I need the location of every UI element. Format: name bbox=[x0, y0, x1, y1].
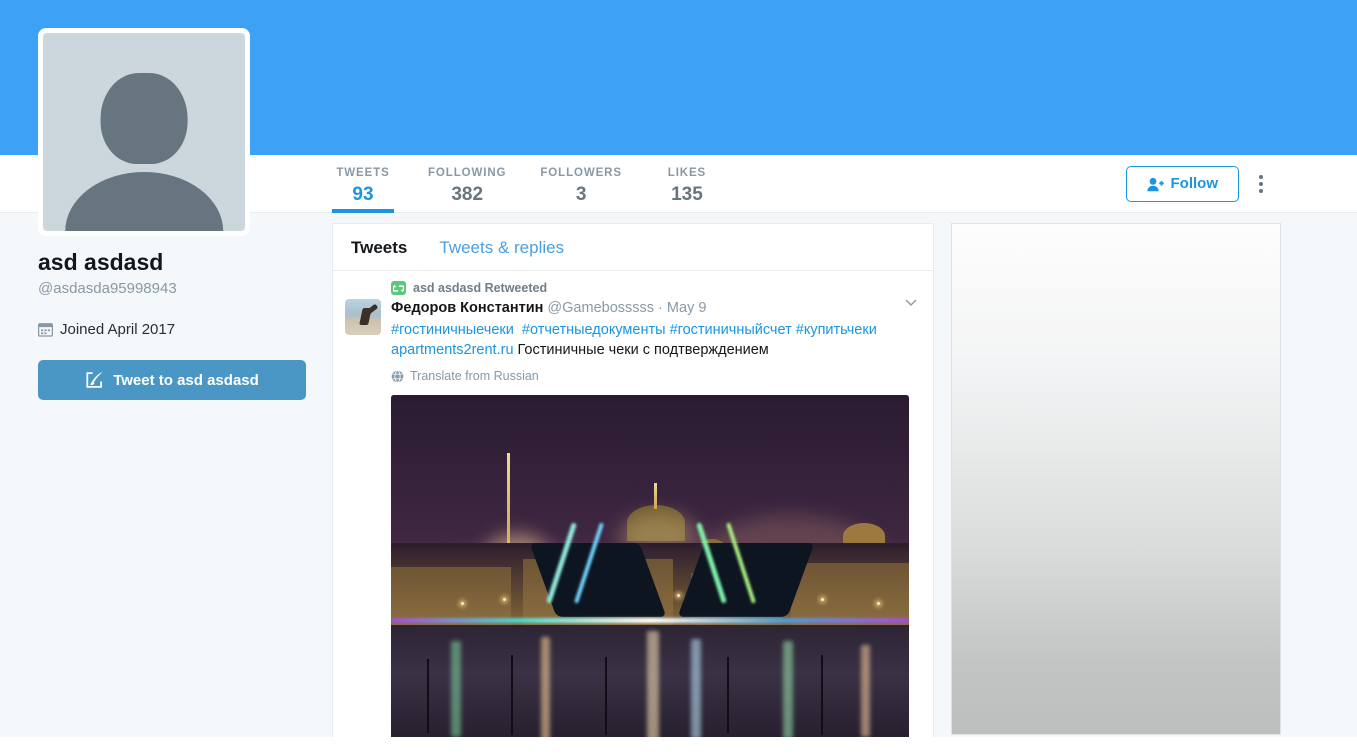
retweet-context-label: asd asdasd Retweeted bbox=[413, 281, 548, 295]
profile-display-name: asd asdasd bbox=[38, 249, 164, 275]
right-rail-placeholder bbox=[951, 223, 1281, 735]
hashtag-1[interactable]: #гостиничныечеки bbox=[391, 322, 514, 338]
profile-joined-label: Joined April 2017 bbox=[60, 321, 176, 338]
profile-joined-row: Joined April 2017 bbox=[38, 321, 310, 338]
tweet-to-user-label: Tweet to asd asdasd bbox=[113, 371, 259, 389]
media-tree-5 bbox=[821, 655, 823, 735]
tweet-author-name[interactable]: Федоров Константин bbox=[391, 300, 543, 316]
calendar-icon bbox=[38, 323, 53, 337]
person-plus-icon bbox=[1146, 177, 1164, 191]
translate-row[interactable]: Translate from Russian bbox=[391, 369, 921, 383]
retweet-context-row: asd asdasd Retweeted bbox=[391, 281, 921, 295]
media-tree-3 bbox=[605, 657, 607, 735]
tab-tweets[interactable]: Tweets bbox=[351, 238, 407, 258]
stat-tweets-label: TWEETS bbox=[336, 167, 390, 179]
tweet-body: Федоров Константин @Gamebosssss · May 9 … bbox=[345, 299, 921, 747]
stat-likes[interactable]: LIKES 135 bbox=[656, 155, 718, 213]
stat-followers-label: FOLLOWERS bbox=[540, 167, 622, 179]
profile-actions: Follow bbox=[1125, 166, 1268, 202]
stat-followers-value: 3 bbox=[575, 184, 587, 205]
globe-icon bbox=[391, 369, 404, 383]
tweet-item: asd asdasd Retweeted Федоров Константин … bbox=[333, 271, 933, 747]
media-lamp-1 bbox=[461, 602, 464, 605]
tweet-text: #гостиничныечеки #отчетныедокументы #гос… bbox=[391, 320, 921, 360]
tweet-separator: · bbox=[658, 300, 663, 316]
tweet-author-handle[interactable]: @Gamebosssss bbox=[547, 300, 654, 316]
media-tree-2 bbox=[511, 655, 513, 735]
media-dome-cross bbox=[654, 483, 657, 509]
tweet-stream: Tweets Tweets & replies asd asdasd Retwe… bbox=[332, 223, 934, 755]
avatar-head-shape bbox=[100, 72, 188, 164]
stat-likes-value: 135 bbox=[671, 184, 703, 205]
profile-stats-nav: TWEETS 93 FOLLOWING 382 FOLLOWERS 3 LIKE… bbox=[332, 155, 752, 213]
stat-following-label: FOLLOWING bbox=[428, 167, 507, 179]
follow-button-label: Follow bbox=[1170, 175, 1219, 192]
tweet-header: Федоров Константин @Gamebosssss · May 9 bbox=[391, 299, 921, 318]
stat-followers[interactable]: FOLLOWERS 3 bbox=[540, 155, 622, 213]
avatar-photo-arm bbox=[365, 303, 378, 315]
translate-label: Translate from Russian bbox=[410, 369, 539, 383]
stat-following[interactable]: FOLLOWING 382 bbox=[428, 155, 506, 213]
stat-tweets[interactable]: TWEETS 93 bbox=[332, 155, 394, 213]
hashtag-3[interactable]: #гостиничныйсчет bbox=[670, 322, 792, 338]
media-reflection-6 bbox=[861, 645, 870, 737]
hashtag-2[interactable]: #отчетныедокументы bbox=[522, 322, 666, 338]
tweet-media-image[interactable] bbox=[391, 395, 909, 747]
author-avatar[interactable] bbox=[345, 299, 381, 335]
media-reflection-5 bbox=[783, 641, 793, 739]
default-avatar-icon bbox=[43, 33, 245, 231]
hashtag-4[interactable]: #купитьчеки bbox=[796, 322, 877, 338]
avatar-body-shape bbox=[65, 171, 223, 231]
media-tree-1 bbox=[427, 659, 429, 733]
media-lamp-2 bbox=[503, 598, 506, 601]
stat-likes-label: LIKES bbox=[667, 167, 707, 179]
media-reflection-1 bbox=[451, 641, 461, 737]
media-reflection-2 bbox=[541, 637, 550, 741]
media-lamp-3 bbox=[677, 594, 680, 597]
kebab-menu-icon[interactable] bbox=[1255, 171, 1267, 197]
compose-quill-icon bbox=[86, 372, 103, 388]
media-reflection-3 bbox=[647, 631, 659, 741]
tweet-date[interactable]: May 9 bbox=[667, 300, 707, 316]
media-tree-4 bbox=[727, 657, 729, 733]
media-reflection-4 bbox=[691, 639, 701, 739]
stream-tabs: Tweets Tweets & replies bbox=[333, 224, 933, 271]
stat-following-value: 382 bbox=[451, 184, 484, 205]
profile-avatar[interactable] bbox=[38, 28, 250, 236]
twitter-profile-page: TWEETS 93 FOLLOWING 382 FOLLOWERS 3 LIKE… bbox=[0, 0, 1357, 755]
media-lamp-5 bbox=[877, 602, 880, 605]
profile-sidebar: asd asdasd @asdasda95998943 Joined April… bbox=[38, 248, 310, 400]
tweet-link[interactable]: apartments2rent.ru bbox=[391, 342, 514, 358]
tab-tweets-and-replies[interactable]: Tweets & replies bbox=[439, 238, 564, 258]
media-lamp-4 bbox=[821, 598, 824, 601]
follow-button[interactable]: Follow bbox=[1125, 166, 1239, 202]
tweet-to-user-button[interactable]: Tweet to asd asdasd bbox=[38, 360, 306, 400]
chevron-down-icon[interactable] bbox=[905, 299, 917, 306]
media-bridge-deck-lights bbox=[391, 618, 909, 623]
tweet-body-text: Гостиничные чеки с подтверждением bbox=[517, 342, 769, 358]
page-bottom-band bbox=[0, 737, 1357, 755]
profile-handle: @asdasda95998943 bbox=[38, 280, 177, 297]
retweet-icon bbox=[391, 281, 406, 295]
tweet-content: Федоров Константин @Gamebosssss · May 9 … bbox=[391, 299, 921, 747]
stat-tweets-value: 93 bbox=[352, 184, 374, 205]
